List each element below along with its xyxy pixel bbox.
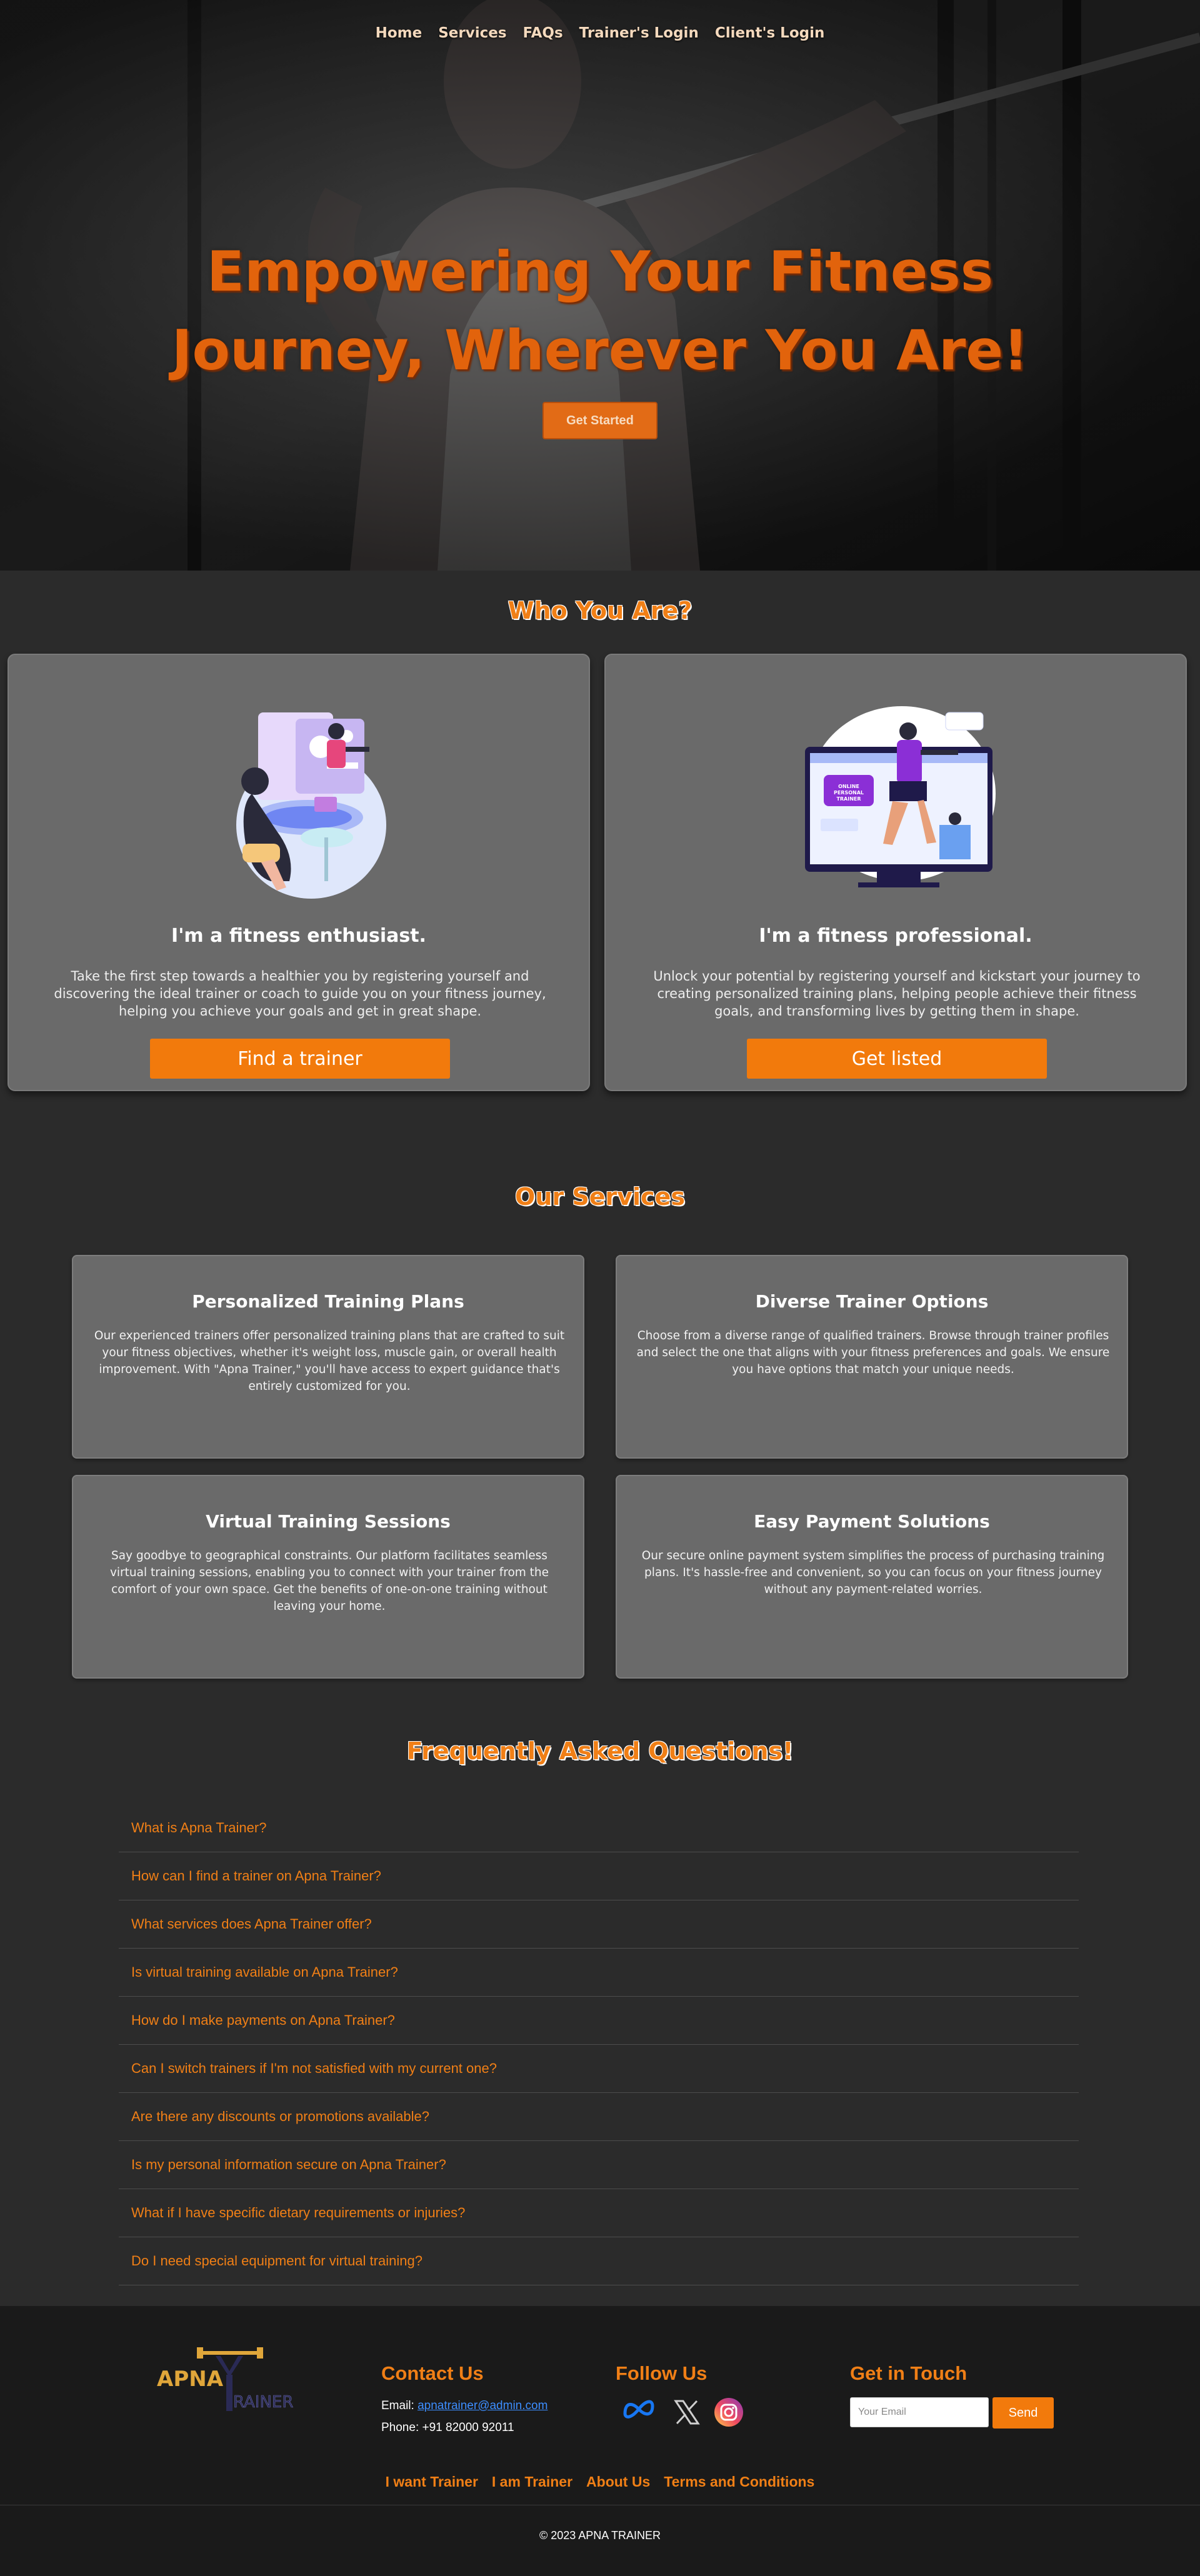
- meta-icon[interactable]: [620, 2399, 658, 2420]
- service-heading: Easy Payment Solutions: [754, 1511, 990, 1532]
- enthusiast-card: I'm a fitness enthusiast. Take the first…: [8, 654, 590, 1091]
- footer-link-terms[interactable]: Terms and Conditions: [664, 2474, 814, 2490]
- nav-services[interactable]: Services: [438, 25, 506, 41]
- service-heading: Personalized Training Plans: [192, 1291, 464, 1312]
- logo-text-apna: APNA: [157, 2367, 224, 2392]
- footer-link-am-trainer[interactable]: I am Trainer: [492, 2474, 572, 2490]
- service-card-training-plans: Personalized Training Plans Our experien…: [72, 1255, 584, 1459]
- newsletter-email-input[interactable]: [850, 2397, 989, 2427]
- logo-text-trainer: RAINER: [233, 2393, 293, 2412]
- contact-email: Email: apnatrainer@admin.com: [381, 2399, 548, 2413]
- top-nav: Home Services FAQs Trainer's Login Clien…: [0, 25, 1200, 41]
- copyright: © 2023 APNA TRAINER: [539, 2529, 661, 2542]
- touch-title: Get in Touch: [850, 2362, 968, 2384]
- services-section-title: Our Services: [515, 1183, 685, 1211]
- faq-question[interactable]: What is Apna Trainer?: [119, 1804, 1079, 1852]
- enthusiast-heading: I'm a fitness enthusiast.: [171, 925, 426, 947]
- faq-question[interactable]: Do I need special equipment for virtual …: [119, 2237, 1079, 2285]
- hero-section: Home Services FAQs Trainer's Login Clien…: [0, 0, 1200, 571]
- professional-heading: I'm a fitness professional.: [759, 925, 1032, 947]
- get-listed-button[interactable]: Get listed: [747, 1039, 1047, 1079]
- faq-question[interactable]: Can I switch trainers if I'm not satisfi…: [119, 2045, 1079, 2093]
- faq-question[interactable]: Is virtual training available on Apna Tr…: [119, 1949, 1079, 1997]
- x-icon[interactable]: [673, 2399, 701, 2426]
- nav-trainer-login[interactable]: Trainer's Login: [579, 25, 699, 41]
- faq-question[interactable]: Are there any discounts or promotions av…: [119, 2093, 1079, 2141]
- online-personal-trainer-illustration: ONLINE PERSONAL TRAINER: [805, 706, 996, 887]
- professional-description: Unlock your potential by registering you…: [653, 969, 1141, 1019]
- faq-question[interactable]: How can I find a trainer on Apna Trainer…: [119, 1852, 1079, 1900]
- email-label: Email:: [381, 2399, 418, 2412]
- faq-list: What is Apna Trainer? How can I find a t…: [119, 1804, 1079, 2285]
- badge-text-trainer: TRAINER: [836, 796, 861, 802]
- apna-trainer-logo[interactable]: APNA RAINER: [153, 2347, 300, 2416]
- nav-home[interactable]: Home: [376, 25, 422, 41]
- who-section-title: Who You Are?: [508, 597, 692, 624]
- nav-faqs[interactable]: FAQs: [523, 25, 563, 41]
- service-card-virtual-sessions: Virtual Training Sessions Say goodbye to…: [72, 1475, 584, 1679]
- footer-nav: I want Trainer I am Trainer About Us Ter…: [0, 2474, 1200, 2490]
- get-started-button[interactable]: Get Started: [542, 402, 658, 439]
- service-heading: Diverse Trainer Options: [755, 1291, 989, 1312]
- faq-section-title: Frequently Asked Questions!: [406, 1737, 794, 1765]
- service-card-payment-solutions: Easy Payment Solutions Our secure online…: [616, 1475, 1128, 1679]
- nav-client-login[interactable]: Client's Login: [715, 25, 825, 41]
- faq-question[interactable]: What if I have specific dietary requirem…: [119, 2189, 1079, 2237]
- hero-title-line1: Empowering Your Fitness: [206, 239, 994, 304]
- fitness-enthusiast-illustration: [236, 712, 386, 899]
- hero-title-line2: Journey, Wherever You Are!: [171, 318, 1029, 382]
- service-description: Our experienced trainers offer personali…: [94, 1329, 565, 1393]
- send-button[interactable]: Send: [992, 2397, 1054, 2429]
- faq-question[interactable]: Is my personal information secure on Apn…: [119, 2141, 1079, 2189]
- service-description: Say goodbye to geographical constraints.…: [109, 1549, 549, 1613]
- contact-title: Contact Us: [381, 2362, 484, 2384]
- contact-phone: Phone: +91 82000 92011: [381, 2421, 514, 2434]
- enthusiast-description: Take the first step towards a healthier …: [54, 969, 546, 1019]
- hero-title: Empowering Your Fitness Journey, Whereve…: [0, 232, 1200, 390]
- service-heading: Virtual Training Sessions: [206, 1511, 451, 1532]
- footer: APNA RAINER Contact Us Email: apnatraine…: [0, 2306, 1200, 2576]
- instagram-icon[interactable]: [714, 2397, 744, 2427]
- badge-text-personal: PERSONAL: [834, 790, 864, 796]
- footer-link-want-trainer[interactable]: I want Trainer: [386, 2474, 478, 2490]
- footer-link-about-us[interactable]: About Us: [586, 2474, 650, 2490]
- faq-question[interactable]: How do I make payments on Apna Trainer?: [119, 1997, 1079, 2045]
- professional-card: ONLINE PERSONAL TRAINER I'm a fitness pr…: [604, 654, 1187, 1091]
- follow-title: Follow Us: [616, 2362, 708, 2384]
- service-description: Our secure online payment system simplif…: [641, 1549, 1105, 1596]
- service-description: Choose from a diverse range of qualified…: [636, 1329, 1110, 1376]
- find-a-trainer-button[interactable]: Find a trainer: [150, 1039, 450, 1079]
- badge-text-online: ONLINE: [838, 784, 859, 789]
- faq-question[interactable]: What services does Apna Trainer offer?: [119, 1900, 1079, 1949]
- email-link[interactable]: apnatrainer@admin.com: [418, 2399, 548, 2412]
- service-card-trainer-options: Diverse Trainer Options Choose from a di…: [616, 1255, 1128, 1459]
